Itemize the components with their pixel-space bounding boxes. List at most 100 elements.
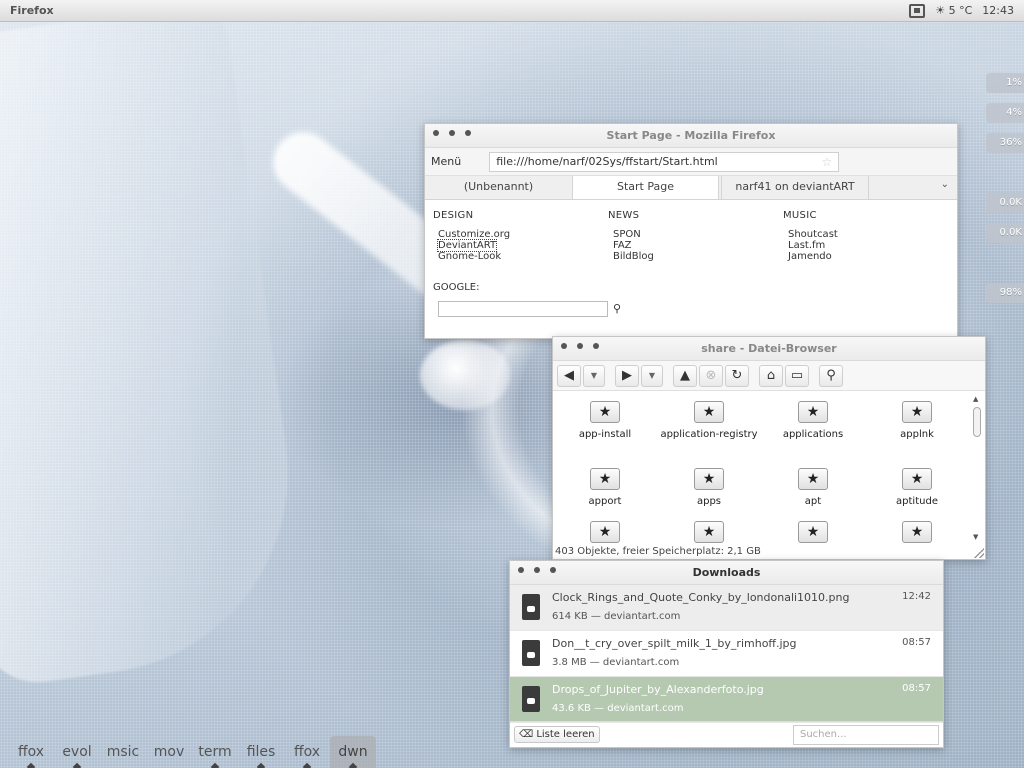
minimize-button[interactable]	[534, 567, 540, 573]
wallpaper-glass	[0, 0, 314, 690]
forward-history-chevron-icon[interactable]: ▼	[641, 364, 663, 387]
minimize-button[interactable]	[577, 343, 583, 349]
link-gnome-look[interactable]: Gnome-Look	[433, 251, 510, 262]
computer-icon[interactable]: ▭	[785, 364, 809, 387]
tab-start-page[interactable]: Start Page	[573, 176, 719, 199]
file-grid: ★ app-install ★ application-registry ★ appl…	[553, 393, 971, 543]
home-icon[interactable]: ⌂	[759, 364, 783, 387]
link-spon[interactable]: SPON	[608, 229, 654, 240]
folder-item[interactable]: ★ apps	[657, 468, 761, 507]
folder-item[interactable]: ★ app-install	[553, 401, 657, 440]
dock-item-term[interactable]: term	[192, 736, 238, 768]
bookmark-star-icon[interactable]: ☆	[821, 153, 832, 171]
clear-list-button[interactable]: ⌫ Liste leeren	[514, 726, 600, 743]
close-button[interactable]	[433, 130, 439, 136]
stop-icon[interactable]: ⊗	[699, 364, 723, 387]
running-indicator-icon	[348, 762, 358, 768]
downloads-titlebar[interactable]: Downloads	[510, 561, 943, 585]
status-bar: 403 Objekte, freier Speicherplatz: 2,1 G…	[555, 546, 761, 557]
resize-grip[interactable]	[974, 548, 984, 558]
running-indicator-icon	[26, 762, 36, 768]
folder-item[interactable]: ★ apport	[553, 468, 657, 507]
back-history-chevron-icon[interactable]: ▼	[583, 364, 605, 387]
maximize-button[interactable]	[465, 130, 471, 136]
download-name: Don__t_cry_over_spilt_milk_1_by_rimhoff.…	[552, 637, 797, 650]
close-button[interactable]	[561, 343, 567, 349]
folder-item[interactable]: ★ applnk	[865, 401, 969, 440]
dock-item-dwn[interactable]: dwn	[330, 736, 376, 768]
tab-deviantart[interactable]: narf41 on deviantART	[721, 176, 869, 199]
weather-applet[interactable]: ☀ 5 °C	[935, 4, 972, 17]
link-shoutcast[interactable]: Shoutcast	[783, 229, 838, 240]
dock-item-mov[interactable]: mov	[146, 736, 192, 768]
scroll-down-icon[interactable]: ▼	[973, 533, 978, 541]
downloads-search-input[interactable]: Suchen...	[793, 724, 939, 745]
link-jamendo[interactable]: Jamendo	[783, 251, 838, 262]
search-icon[interactable]: ⚲	[613, 302, 621, 315]
download-row-selected[interactable]: Drops_of_Jupiter_by_Alexanderfoto.jpg 43…	[510, 677, 943, 723]
link-deviantart[interactable]: DeviantART	[436, 239, 498, 252]
window-controls	[561, 343, 599, 349]
google-search-input[interactable]	[438, 301, 608, 317]
download-meta: 43.6 KB — deviantart.com	[552, 703, 684, 714]
back-icon[interactable]: ◀	[557, 364, 581, 387]
scroll-up-icon[interactable]: ▲	[973, 395, 978, 403]
firefox-titlebar[interactable]: Start Page - Mozilla Firefox	[425, 124, 957, 148]
menu-button[interactable]: Menü	[431, 155, 461, 168]
file-browser-titlebar[interactable]: share - Datei-Browser	[553, 337, 985, 361]
active-app-name[interactable]: Firefox	[10, 4, 54, 17]
weather-temperature: 5 °C	[948, 4, 973, 17]
tab-list-chevron-icon[interactable]: ⌄	[941, 179, 949, 190]
memory-meter: 36%	[986, 133, 1024, 153]
minimize-button[interactable]	[449, 130, 455, 136]
download-name: Drops_of_Jupiter_by_Alexanderfoto.jpg	[552, 683, 764, 696]
dock-item-evol[interactable]: evol	[54, 736, 100, 768]
running-indicator-icon	[256, 762, 266, 768]
dock-item-ffox[interactable]: ffox	[8, 736, 54, 768]
file-browser-toolbar: ◀ ▼ ▶ ▼ ▲ ⊗ ↻ ⌂ ▭ ⚲	[553, 361, 985, 391]
workspace-switcher-icon[interactable]	[909, 3, 926, 18]
folder-item[interactable]: ★ application-registry	[657, 401, 761, 440]
link-faz[interactable]: FAZ	[608, 240, 654, 251]
folder-item[interactable]: ★	[657, 521, 761, 543]
folder-item[interactable]: ★ applications	[761, 401, 865, 440]
folder-item[interactable]: ★	[865, 521, 969, 543]
download-row[interactable]: Don__t_cry_over_spilt_milk_1_by_rimhoff.…	[510, 631, 943, 677]
link-lastfm[interactable]: Last.fm	[783, 240, 838, 251]
music-column: MUSIC Shoutcast Last.fm Jamendo	[783, 210, 838, 262]
folder-star-icon: ★	[590, 401, 620, 423]
dock: ffox evol msic mov term files ffox dwn	[8, 736, 376, 768]
window-title: share - Datei-Browser	[701, 342, 837, 355]
broom-icon: ⌫	[519, 729, 534, 740]
maximize-button[interactable]	[550, 567, 556, 573]
close-button[interactable]	[518, 567, 524, 573]
forward-icon[interactable]: ▶	[615, 364, 639, 387]
cpu-meter-1: 1%	[986, 73, 1024, 93]
folder-star-icon: ★	[902, 401, 932, 423]
dock-item-files[interactable]: files	[238, 736, 284, 768]
folder-star-icon: ★	[694, 521, 724, 543]
folder-item[interactable]: ★	[553, 521, 657, 543]
downloads-window: Downloads Clock_Rings_and_Quote_Conky_by…	[509, 560, 944, 748]
folder-item[interactable]: ★	[761, 521, 865, 543]
dock-item-msic[interactable]: msic	[100, 736, 146, 768]
up-icon[interactable]: ▲	[673, 364, 697, 387]
scrollbar-thumb[interactable]	[973, 407, 981, 437]
download-row[interactable]: Clock_Rings_and_Quote_Conky_by_londonali…	[510, 585, 943, 631]
maximize-button[interactable]	[593, 343, 599, 349]
system-tray: ☀ 5 °C 12:43	[909, 3, 1014, 18]
url-bar[interactable]: file:///home/narf/02Sys/ffstart/Start.ht…	[489, 151, 840, 172]
cpu-meter-2: 4%	[986, 103, 1024, 123]
tab-unbenannt[interactable]: (Unbenannt)	[425, 176, 573, 199]
link-customize[interactable]: Customize.org	[433, 229, 510, 240]
link-bildblog[interactable]: BildBlog	[608, 251, 654, 262]
folder-item[interactable]: ★ apt	[761, 468, 865, 507]
clock[interactable]: 12:43	[982, 4, 1014, 17]
tab-bar: (Unbenannt) Start Page narf41 on deviant…	[425, 176, 957, 200]
reload-icon[interactable]: ↻	[725, 364, 749, 387]
dock-item-ffox-2[interactable]: ffox	[284, 736, 330, 768]
vertical-scrollbar[interactable]: ▲ ▼	[971, 393, 983, 543]
search-icon[interactable]: ⚲	[819, 364, 843, 387]
folder-item[interactable]: ★ aptitude	[865, 468, 969, 507]
firefox-window: Start Page - Mozilla Firefox Menü file:/…	[424, 123, 958, 339]
